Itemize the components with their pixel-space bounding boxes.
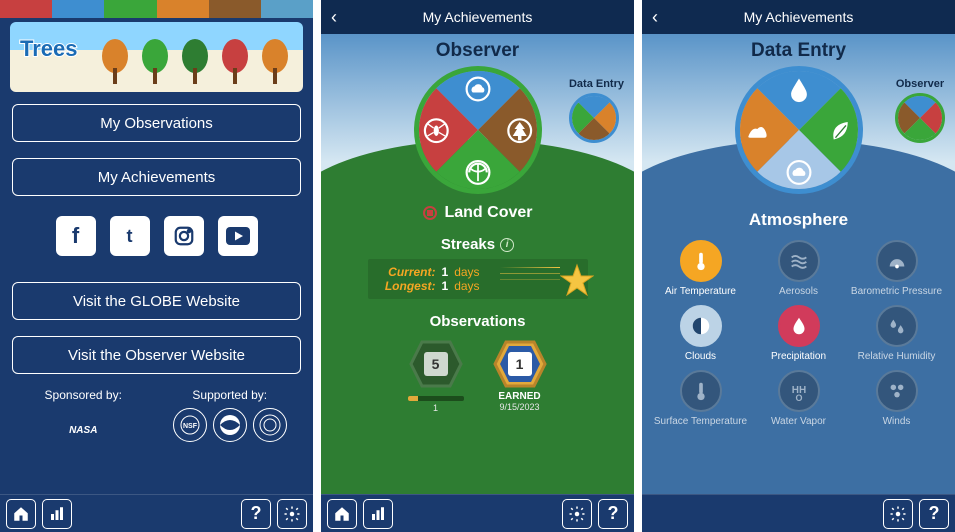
help-icon[interactable]: ?: [241, 499, 271, 529]
mini-wheel-label: Data Entry: [569, 78, 624, 90]
badge-earned[interactable]: 1 EARNED 9/15/2023: [490, 340, 550, 413]
header-bar: ‹ My Achievements: [642, 0, 955, 34]
atmo-item-water-vapor[interactable]: HHOWater Vapor: [752, 370, 846, 427]
header-bar: ‹ My Achievements: [321, 0, 634, 34]
social-row: f t: [0, 216, 313, 256]
help-icon[interactable]: ?: [598, 499, 628, 529]
badge-locked[interactable]: 5 1: [406, 340, 466, 413]
observations-heading: Observations: [430, 313, 526, 330]
twitter-icon[interactable]: t: [110, 216, 150, 256]
screen-home: Trees My Observations My Achievements f …: [0, 0, 313, 532]
sponsored-by-label: Sponsored by:: [10, 388, 157, 402]
dos-logo: [253, 408, 287, 442]
atmo-item-air-temperature[interactable]: Air Temperature: [654, 240, 748, 297]
atmo-item-winds[interactable]: Winds: [850, 370, 944, 427]
atmosphere-grid: Air TemperatureAerosolsBarometric Pressu…: [654, 240, 944, 427]
data-entry-wheel[interactable]: [708, 39, 889, 220]
my-achievements-button[interactable]: My Achievements: [12, 158, 301, 196]
streak-box: Current: 1 days Longest: 1 days: [368, 259, 588, 299]
chart-icon[interactable]: [363, 499, 393, 529]
svg-text:O: O: [795, 393, 802, 401]
supported-by-label: Supported by:: [157, 388, 304, 402]
target-icon: [422, 205, 438, 221]
back-icon[interactable]: ‹: [331, 7, 337, 28]
atmo-item-clouds[interactable]: Clouds: [654, 305, 748, 362]
screen-data-entry: ‹ My Achievements Data Entry Observer At…: [642, 0, 955, 532]
observer-wheel[interactable]: [387, 39, 568, 220]
mini-wheel[interactable]: [559, 83, 630, 154]
settings-icon[interactable]: [883, 499, 913, 529]
home-icon[interactable]: [327, 499, 357, 529]
visit-observer-button[interactable]: Visit the Observer Website: [12, 336, 301, 374]
settings-icon[interactable]: [562, 499, 592, 529]
header-title: My Achievements: [423, 9, 533, 25]
bottom-nav: ?: [0, 494, 313, 532]
screen-observer: ‹ My Achievements Observer Data Entry La…: [321, 0, 634, 532]
nasa-logo: NASA: [57, 408, 109, 452]
badge-row: 5 1 1 EARNED 9/15/2023: [406, 340, 550, 413]
home-icon[interactable]: [6, 499, 36, 529]
mini-wheel[interactable]: [885, 83, 955, 154]
facebook-icon[interactable]: f: [56, 216, 96, 256]
noaa-logo: [213, 408, 247, 442]
atmo-item-aerosols[interactable]: Aerosols: [752, 240, 846, 297]
bottom-nav: ?: [321, 494, 634, 532]
bottom-nav: ?: [642, 494, 955, 532]
nsf-logo: NSF: [173, 408, 207, 442]
instagram-icon[interactable]: [164, 216, 204, 256]
settings-icon[interactable]: [277, 499, 307, 529]
visit-globe-button[interactable]: Visit the GLOBE Website: [12, 282, 301, 320]
help-icon[interactable]: ?: [919, 499, 949, 529]
youtube-icon[interactable]: [218, 216, 258, 256]
star-icon: [560, 263, 594, 297]
my-observations-button[interactable]: My Observations: [12, 104, 301, 142]
chart-icon[interactable]: [42, 499, 72, 529]
trees-label: Trees: [20, 36, 78, 62]
svg-text:NSF: NSF: [183, 423, 198, 430]
info-icon[interactable]: i: [500, 238, 514, 252]
sponsor-row: Sponsored by: NASA Supported by: NSF: [0, 382, 313, 452]
top-decoration: [0, 0, 313, 18]
atmo-item-barometric-pressure[interactable]: Barometric Pressure: [850, 240, 944, 297]
header-title: My Achievements: [744, 9, 854, 25]
atmo-item-relative-humidity[interactable]: Relative Humidity: [850, 305, 944, 362]
trees-protocol-card[interactable]: Trees: [10, 22, 303, 92]
back-icon[interactable]: ‹: [652, 7, 658, 28]
streaks-heading: Streaks i: [441, 236, 514, 253]
atmo-item-surface-temperature[interactable]: Surface Temperature: [654, 370, 748, 427]
atmo-item-precipitation[interactable]: Precipitation: [752, 305, 846, 362]
